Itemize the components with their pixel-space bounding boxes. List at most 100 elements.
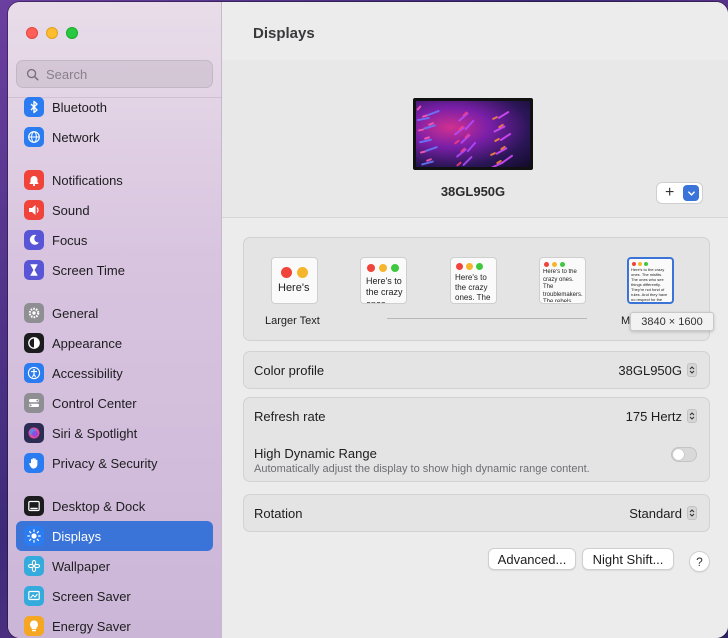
siri-icon bbox=[24, 423, 44, 443]
moon-icon bbox=[24, 230, 44, 250]
close-button[interactable] bbox=[26, 27, 38, 39]
sidebar-item-screen-time[interactable]: Screen Time bbox=[16, 255, 213, 285]
resolution-option-more-space[interactable]: Here's to the crazy ones. The misfits. T… bbox=[627, 257, 674, 304]
sidebar-item-label: Displays bbox=[52, 528, 102, 544]
display-arrangement: 38GL950G + bbox=[222, 60, 728, 218]
dock-icon bbox=[24, 496, 44, 516]
wallpaper-streak bbox=[462, 155, 473, 167]
help-button[interactable]: ? bbox=[689, 551, 710, 572]
larger-text-label: Larger Text bbox=[265, 315, 320, 327]
sidebar-item-label: Focus bbox=[52, 232, 88, 248]
search-icon bbox=[26, 68, 39, 80]
wallpaper-streak bbox=[416, 105, 422, 111]
wallpaper-streak bbox=[456, 161, 462, 167]
sidebar-item-label: Appearance bbox=[52, 335, 123, 351]
sidebar-list: Bluetooth Network Notifications Sound Focus S… bbox=[16, 92, 213, 638]
hourglass-icon bbox=[24, 260, 44, 280]
sidebar-item-appearance[interactable]: Appearance bbox=[16, 328, 213, 358]
search-input[interactable] bbox=[46, 66, 196, 82]
wallpaper-streak bbox=[425, 145, 438, 153]
color-profile-value: 38GL950G bbox=[618, 362, 682, 378]
sidebar-item-energy-saver[interactable]: Energy Saver bbox=[16, 611, 213, 638]
rotation-label: Rotation bbox=[254, 505, 303, 521]
resolution-option-3[interactable]: Here's to the crazy ones. The troublemak… bbox=[450, 257, 497, 304]
sidebar-item-accessibility[interactable]: Accessibility bbox=[16, 358, 213, 388]
updown-chevron-icon bbox=[687, 363, 697, 377]
flower-icon bbox=[24, 556, 44, 576]
appearance-icon bbox=[24, 333, 44, 353]
resolution-tooltip: 3840 × 1600 bbox=[630, 312, 714, 331]
resolution-option-4[interactable]: Here's to the crazy ones. The troublemak… bbox=[539, 257, 586, 304]
sidebar-item-label: Network bbox=[52, 129, 100, 145]
sidebar-item-label: Bluetooth bbox=[52, 99, 107, 115]
sidebar-item-network[interactable]: Network bbox=[16, 122, 213, 152]
resolution-sample-text: Here's bbox=[278, 282, 310, 294]
sidebar-item-screen-saver[interactable]: Screen Saver bbox=[16, 581, 213, 611]
resolution-sample-text: Here's to the crazy ones. The troublemak… bbox=[543, 269, 583, 302]
sidebar-item-siri-spotlight[interactable]: Siri & Spotlight bbox=[16, 418, 213, 448]
wallpaper-streak bbox=[427, 109, 440, 117]
sidebar-item-label: Control Center bbox=[52, 395, 137, 411]
display-monitor-icon[interactable] bbox=[413, 98, 533, 170]
rotation-card: Rotation Standard bbox=[243, 494, 710, 532]
page-title: Displays bbox=[253, 25, 315, 42]
rotation-popup[interactable]: Standard bbox=[629, 506, 697, 521]
sidebar-item-label: Energy Saver bbox=[52, 618, 131, 634]
sidebar-item-label: Wallpaper bbox=[52, 558, 111, 574]
bell-icon bbox=[24, 170, 44, 190]
wallpaper-streak bbox=[464, 119, 475, 131]
minimize-button[interactable] bbox=[46, 27, 58, 39]
sidebar-item-label: Screen Saver bbox=[52, 588, 131, 604]
settings-window: Bluetooth Network Notifications Sound Focus S… bbox=[8, 2, 728, 638]
resolution-option-2[interactable]: Here's to the crazy ones. The troublemak… bbox=[360, 257, 407, 304]
add-display-button[interactable]: + bbox=[656, 182, 703, 204]
resolution-track bbox=[387, 318, 587, 319]
gear-icon bbox=[24, 303, 44, 323]
resolution-picker: Here's Here's to the crazy ones. The tro… bbox=[243, 237, 714, 341]
zoom-button[interactable] bbox=[66, 27, 78, 39]
screensaver-icon bbox=[24, 586, 44, 606]
bulb-icon bbox=[24, 616, 44, 636]
search-field[interactable] bbox=[16, 60, 213, 88]
sidebar-item-privacy-security[interactable]: Privacy & Security bbox=[16, 448, 213, 478]
sidebar-item-wallpaper[interactable]: Wallpaper bbox=[16, 551, 213, 581]
sidebar-item-displays[interactable]: Displays bbox=[16, 521, 213, 551]
hdr-toggle[interactable] bbox=[671, 447, 697, 462]
sidebar-item-focus[interactable]: Focus bbox=[16, 225, 213, 255]
sun-icon bbox=[24, 526, 44, 546]
chevron-down-icon[interactable] bbox=[683, 185, 699, 201]
updown-chevron-icon bbox=[687, 506, 697, 520]
sidebar-item-label: General bbox=[52, 305, 99, 321]
refresh-rate-popup[interactable]: 175 Hertz bbox=[626, 409, 697, 424]
sidebar-item-label: Siri & Spotlight bbox=[52, 425, 138, 441]
color-profile-popup[interactable]: 38GL950G bbox=[618, 363, 697, 378]
refresh-card: Refresh rate 175 Hertz High Dynamic Rang… bbox=[243, 397, 710, 482]
accessibility-icon bbox=[24, 363, 44, 383]
color-profile-row: Color profile 38GL950G bbox=[244, 352, 709, 388]
sidebar-item-general[interactable]: General bbox=[16, 298, 213, 328]
resolution-sample-text: Here's to the crazy ones. The misfits. T… bbox=[631, 267, 668, 302]
main-pane: Displays 38GL950G + Here's Here's to the bbox=[222, 2, 728, 638]
monitor-screen bbox=[413, 98, 533, 170]
wallpaper-streak bbox=[499, 132, 512, 142]
sidebar-item-notifications[interactable]: Notifications bbox=[16, 165, 213, 195]
refresh-rate-row: Refresh rate 175 Hertz bbox=[244, 398, 709, 434]
resolution-option-larger-text[interactable]: Here's bbox=[271, 257, 318, 304]
night-shift-button[interactable]: Night Shift... bbox=[582, 548, 674, 570]
advanced-button[interactable]: Advanced... bbox=[488, 548, 576, 570]
sidebar-item-desktop-dock[interactable]: Desktop & Dock bbox=[16, 491, 213, 521]
hand-icon bbox=[24, 453, 44, 473]
bluetooth-icon bbox=[24, 97, 44, 117]
globe-icon bbox=[24, 127, 44, 147]
hdr-description: Automatically adjust the display to show… bbox=[254, 463, 590, 475]
display-name: 38GL950G bbox=[440, 184, 506, 199]
sidebar-item-control-center[interactable]: Control Center bbox=[16, 388, 213, 418]
sidebar-item-label: Sound bbox=[52, 202, 90, 218]
resolution-sample-text: Here's to the crazy ones. The troublemak… bbox=[455, 273, 491, 302]
sidebar-item-sound[interactable]: Sound bbox=[16, 195, 213, 225]
sidebar-item-label: Screen Time bbox=[52, 262, 125, 278]
sidebar-item-bluetooth[interactable]: Bluetooth bbox=[16, 92, 213, 122]
sidebar: Bluetooth Network Notifications Sound Focus S… bbox=[8, 2, 222, 638]
